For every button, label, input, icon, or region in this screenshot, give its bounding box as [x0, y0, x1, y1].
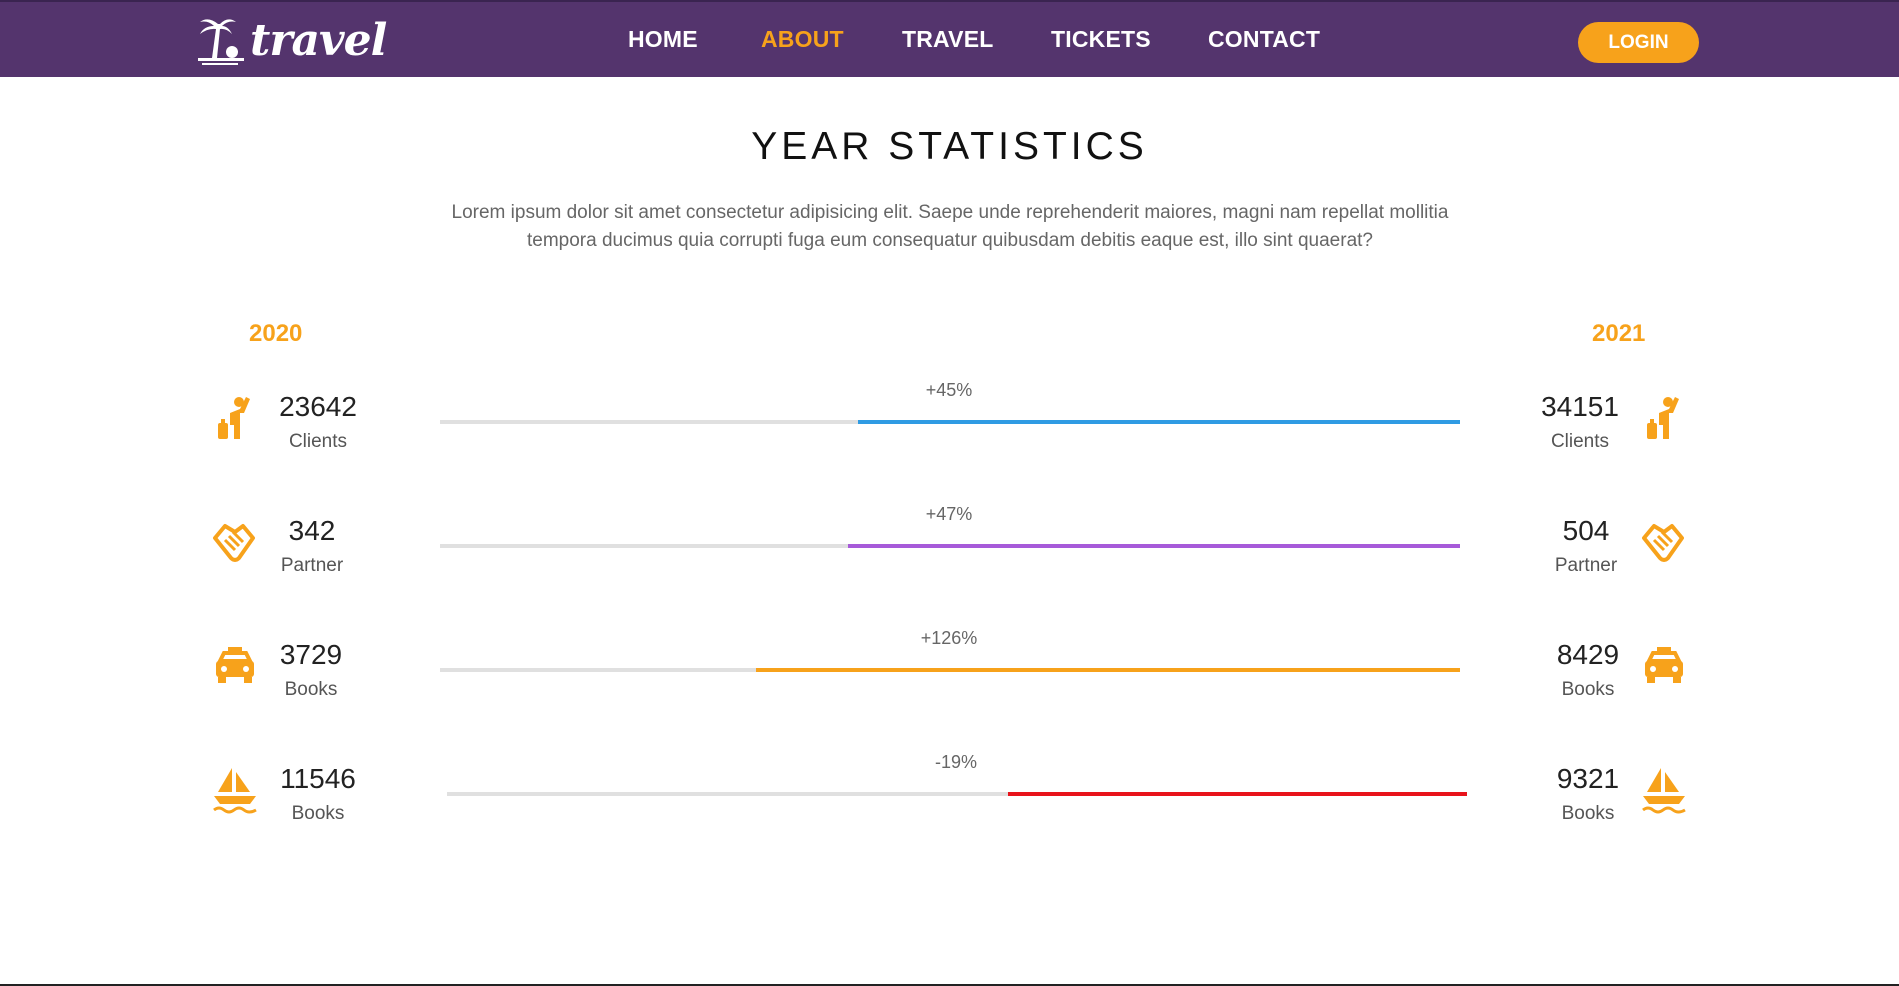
stat-left-value: 3729: [279, 639, 343, 670]
stat-right-label: Books: [1561, 679, 1615, 700]
stat-progress-fill: [848, 544, 1460, 548]
stat-left-label: Books: [291, 803, 345, 824]
stat-left-value: 342: [288, 515, 336, 546]
login-button[interactable]: LOGIN: [1578, 22, 1699, 63]
stat-right-label: Books: [1561, 803, 1615, 824]
stat-right-label: Clients: [1550, 431, 1610, 452]
description-line-2: tempora ducimus quia corrupti fuga eum c…: [526, 230, 1373, 251]
stat-change: -19%: [934, 752, 978, 772]
stat-change: +47%: [925, 504, 973, 524]
stat-progress-bar: [440, 668, 1460, 672]
stat-right-value: 34151: [1541, 391, 1619, 422]
stat-left-value: 23642: [279, 391, 357, 422]
stat-progress-bar: [440, 544, 1460, 548]
stat-change: +45%: [925, 380, 973, 400]
stat-left-label: Partner: [280, 555, 344, 576]
taxi-icon: [1641, 643, 1687, 691]
section-title: YEAR STATISTICS: [751, 125, 1148, 168]
sailboat-icon: [1641, 766, 1687, 814]
stat-progress-fill: [1008, 792, 1467, 796]
stat-progress-fill: [858, 420, 1460, 424]
year-left: 2020: [249, 320, 303, 347]
top-navbar: travel HOME ABOUT TRAVEL TICKETS CONTACT…: [0, 0, 1899, 77]
stat-left-label: Books: [284, 679, 338, 700]
stat-left-label: Clients: [288, 431, 348, 452]
nav-tickets[interactable]: TICKETS: [1051, 26, 1151, 53]
stat-progress-bar: [447, 792, 1467, 796]
stat-progress-fill: [756, 668, 1460, 672]
description-line-1: Lorem ipsum dolor sit amet consectetur a…: [451, 202, 1449, 223]
person-waving-icon: [212, 395, 258, 443]
stat-right-value: 504: [1562, 515, 1610, 546]
stat-change: +126%: [920, 628, 978, 648]
stat-right-label: Partner: [1554, 555, 1618, 576]
stat-left-value: 11546: [280, 763, 356, 794]
nav-about[interactable]: ABOUT: [761, 26, 844, 53]
handshake-icon: [211, 518, 257, 566]
section-description: Lorem ipsum dolor sit amet consectetur a…: [400, 199, 1500, 255]
nav-contact[interactable]: CONTACT: [1208, 26, 1320, 53]
stat-right-value: 9321: [1556, 763, 1620, 794]
year-right: 2021: [1592, 320, 1646, 347]
stat-progress-bar: [440, 420, 1460, 424]
person-waving-icon: [1641, 395, 1687, 443]
sailboat-icon: [212, 766, 258, 814]
stat-right-value: 8429: [1556, 639, 1620, 670]
nav-travel[interactable]: TRAVEL: [902, 26, 994, 53]
handshake-icon: [1640, 518, 1686, 566]
nav-home[interactable]: HOME: [628, 26, 698, 53]
